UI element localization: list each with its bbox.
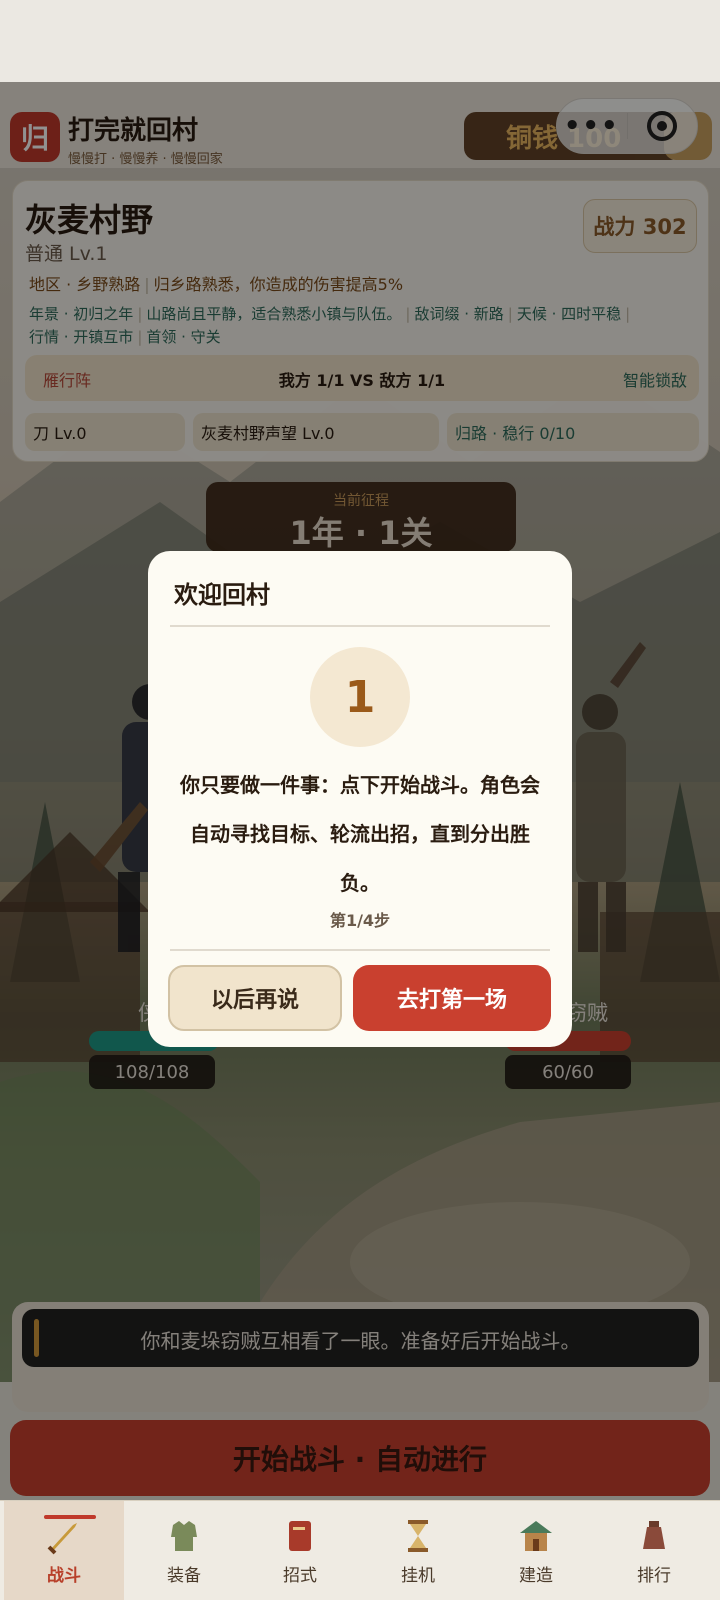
hourglass-icon <box>408 1520 428 1552</box>
modal-title: 欢迎回村 <box>174 581 270 609</box>
sword-icon <box>47 1523 77 1555</box>
tab-skills[interactable]: 招式 <box>240 1501 360 1600</box>
tab-label: 装备 <box>167 1566 201 1586</box>
status-bar <box>0 0 720 82</box>
modal-body: 你只要做一件事：点下开始战斗。角色会自动寻找目标、轮流出招，直到分出胜负。 <box>180 773 540 895</box>
tab-battle[interactable]: 战斗 <box>4 1501 124 1600</box>
go-first-battle-button[interactable]: 去打第一场 <box>353 965 551 1031</box>
active-tab-indicator <box>44 1515 96 1519</box>
tab-idle[interactable]: 挂机 <box>358 1501 478 1600</box>
tab-label: 战斗 <box>47 1566 81 1586</box>
later-button[interactable]: 以后再说 <box>168 965 342 1031</box>
welcome-modal: 欢迎回村 1 你只要做一件事：点下开始战斗。角色会自动寻找目标、轮流出招，直到分… <box>148 551 572 1047</box>
pouch-icon <box>643 1521 665 1549</box>
tab-label: 招式 <box>283 1566 317 1586</box>
house-icon <box>520 1521 552 1551</box>
book-icon <box>289 1521 311 1551</box>
modal-divider <box>170 949 550 951</box>
tab-label: 挂机 <box>401 1566 435 1586</box>
tab-label: 排行 <box>637 1566 671 1586</box>
tab-build[interactable]: 建造 <box>476 1501 596 1600</box>
tab-equipment[interactable]: 装备 <box>124 1501 244 1600</box>
tab-ranking[interactable]: 排行 <box>594 1501 714 1600</box>
modal-divider <box>170 625 550 627</box>
step-count: 第1/4步 <box>329 911 391 930</box>
tab-label: 建造 <box>519 1566 553 1586</box>
armor-icon <box>171 1521 197 1551</box>
step-number-badge: 1 <box>310 647 410 747</box>
bottom-tab-bar: 战斗 装备 招式 挂机 建造 排行 <box>0 1500 720 1600</box>
